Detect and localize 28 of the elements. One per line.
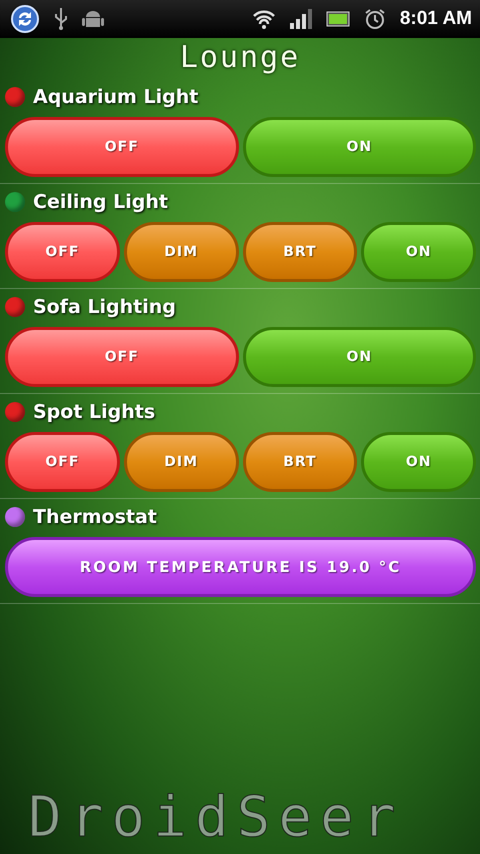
app-logo-text: DroidSeer xyxy=(28,785,404,850)
switch-button[interactable]: ON xyxy=(242,117,476,177)
switch-button[interactable]: OFF xyxy=(5,117,238,177)
device-name: Ceiling Light xyxy=(33,191,168,213)
alarm-clock-icon xyxy=(364,8,386,30)
switch-button[interactable]: BRT xyxy=(242,432,358,492)
switch-button[interactable]: DIM xyxy=(124,432,238,492)
device-name: Aquarium Light xyxy=(33,86,198,108)
switch-button[interactable]: OFF xyxy=(5,327,238,387)
switch-button[interactable]: BRT xyxy=(242,222,358,282)
device-name: Thermostat xyxy=(33,506,157,528)
sync-icon xyxy=(10,4,40,34)
clock-time: 8:01 AM xyxy=(400,8,472,30)
wifi-icon xyxy=(252,8,276,30)
switch-button[interactable]: ON xyxy=(242,327,476,387)
switch-button[interactable]: ON xyxy=(361,432,476,492)
room-title: Lounge xyxy=(180,39,300,77)
switch-button[interactable]: ON xyxy=(361,222,476,282)
battery-icon xyxy=(326,11,350,27)
switch-button[interactable]: DIM xyxy=(124,222,238,282)
switch-button[interactable]: OFF xyxy=(5,222,120,282)
switch-button[interactable]: OFF xyxy=(5,432,120,492)
device-name: Sofa Lighting xyxy=(33,296,176,318)
device-name: Spot Lights xyxy=(33,401,156,423)
temperature-display-button[interactable]: ROOM TEMPERATURE IS 19.0 °C xyxy=(5,537,476,597)
usb-icon xyxy=(54,7,68,31)
android-icon xyxy=(82,8,104,30)
signal-icon xyxy=(290,9,312,29)
